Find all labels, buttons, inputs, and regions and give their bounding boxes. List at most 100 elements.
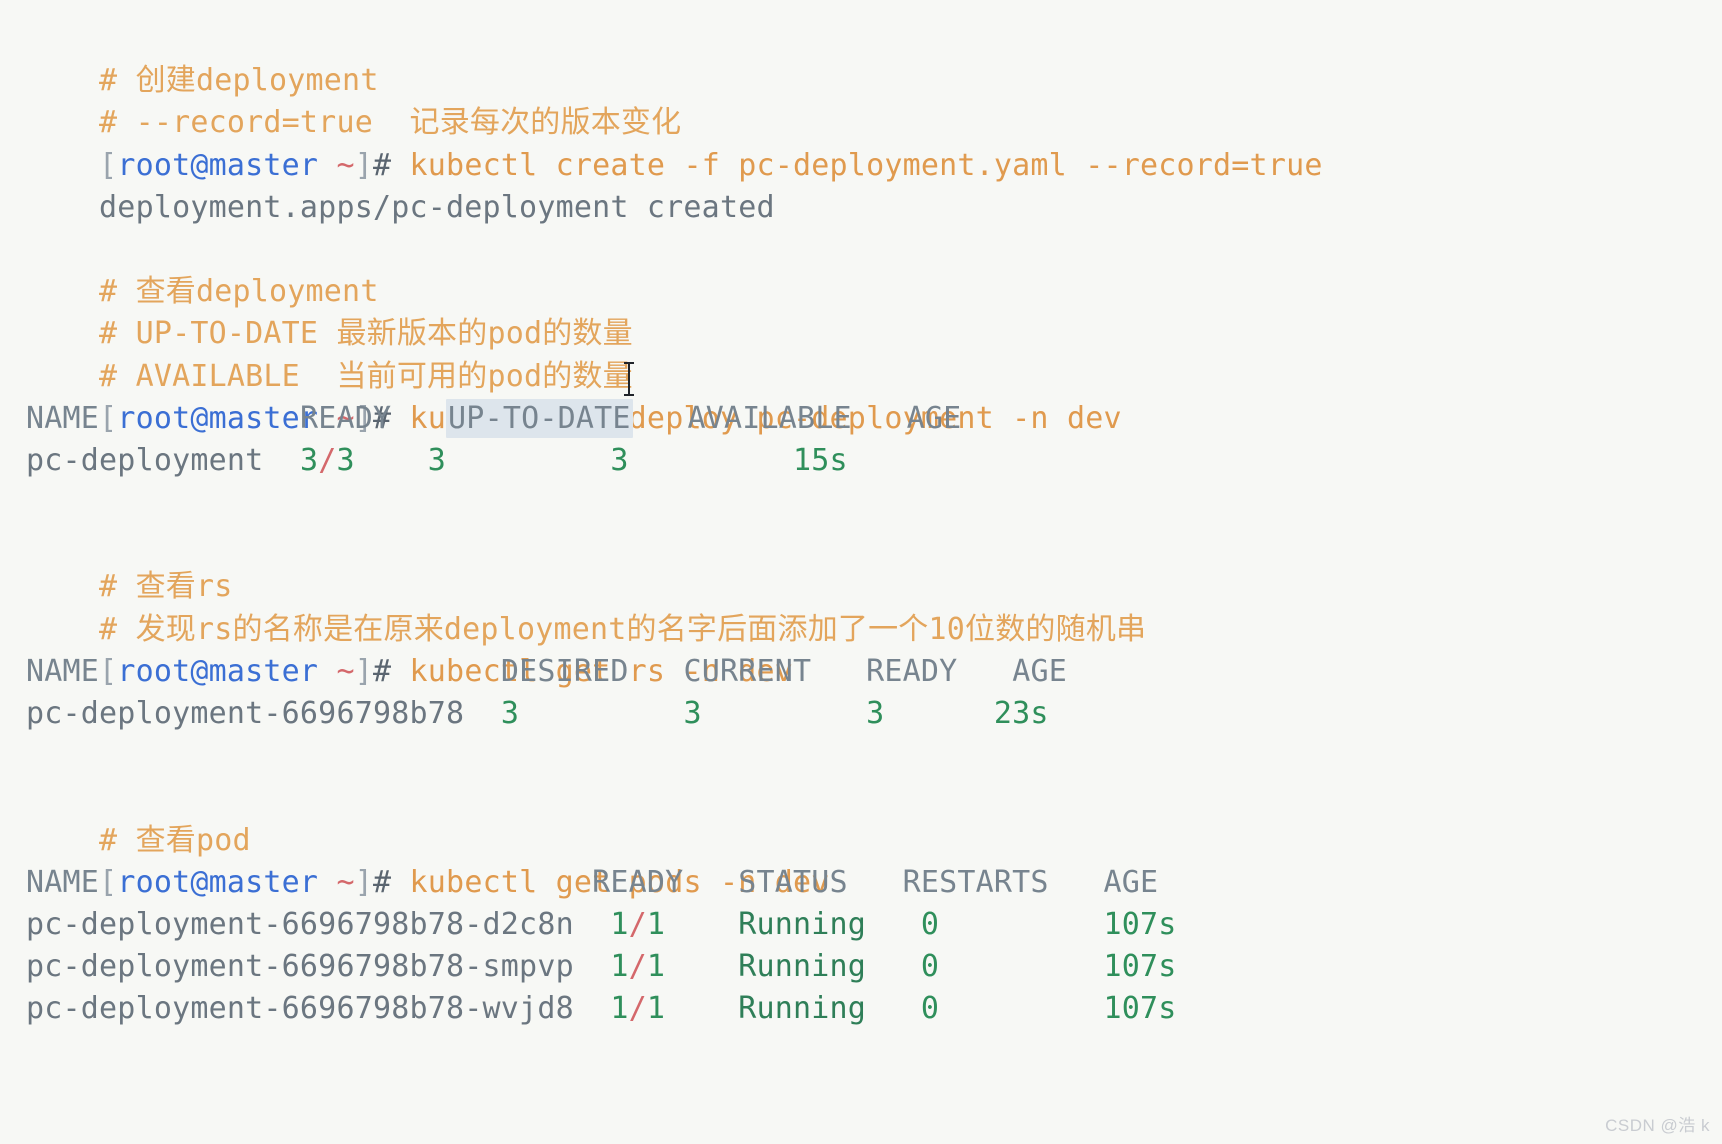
table-row: pc-deployment 3/3 3 3 15s — [26, 440, 1722, 482]
column-header-name: NAME — [26, 400, 100, 436]
comment-text: # 查看deployment — [99, 274, 379, 310]
cell-ready: 1/1 — [610, 906, 666, 942]
table-row: pc-deployment-6696798b78 3 3 3 23s — [26, 693, 1722, 735]
cell-name: pc-deployment — [26, 442, 264, 478]
watermark: CSDN @浩 k — [1605, 1116, 1710, 1135]
column-header-ready: READY — [299, 400, 392, 436]
cell-current: 3 — [683, 696, 702, 731]
cell-ready: 3/3 — [299, 442, 355, 478]
comment-text: # 查看pod — [99, 822, 251, 858]
cell-age: 15s — [793, 442, 848, 478]
table-row: pc-deployment-6696798b78-wvjd8 1/1 Runni… — [26, 988, 1722, 1030]
cell-age: 107s — [1103, 949, 1177, 985]
cell-age: 107s — [1103, 991, 1177, 1027]
comment-text: # AVAILABLE 当前可用的pod的数量 — [99, 358, 633, 394]
terminal-window[interactable]: # 创建deployment # --record=true 记录每次的版本变化… — [0, 0, 1722, 1144]
command-text: kubectl create -f pc-deployment.yaml --r… — [409, 147, 1323, 183]
cell-up-to-date: 3 — [427, 442, 447, 478]
table-row: pc-deployment-6696798b78-d2c8n 1/1 Runni… — [26, 904, 1722, 946]
comment-text: # --record=true 记录每次的版本变化 — [99, 105, 682, 141]
cell-name: pc-deployment-6696798b78-d2c8n — [26, 906, 574, 942]
comment-line: # 查看pod — [26, 777, 1722, 858]
text-cursor-icon — [624, 362, 634, 396]
cell-restarts: 0 — [920, 991, 940, 1027]
cell-name: pc-deployment-6696798b78-wvjd8 — [26, 991, 574, 1027]
prompt-open-bracket: [ — [99, 147, 118, 183]
prompt-close-bracket: ] — [354, 147, 373, 183]
column-header-current: CURRENT — [683, 653, 812, 689]
column-header-ready: READY — [592, 864, 684, 900]
table-header-row: NAME DESIRED CURRENT READY AGE — [26, 651, 1722, 693]
column-header-desired: DESIRED — [500, 653, 629, 689]
column-header-name: NAME — [26, 864, 100, 900]
cell-restarts: 0 — [920, 906, 940, 942]
prompt-user-host: root@master — [117, 147, 319, 183]
prompt-tilde: ~ — [318, 147, 355, 183]
cell-age: 23s — [993, 696, 1049, 731]
column-header-available: AVAILABLE — [687, 400, 852, 436]
column-header-name: NAME — [26, 653, 100, 689]
table-header-row: NAME READY STATUS RESTARTS AGE — [26, 862, 1722, 904]
column-header-age: AGE — [1012, 653, 1067, 689]
column-header-ready: READY — [866, 653, 958, 689]
cell-ready: 1/1 — [610, 991, 666, 1027]
comment-text: # 发现rs的名称是在原来deployment的名字后面添加了一个10位数的随机… — [99, 611, 1147, 647]
cell-ready: 1/1 — [610, 949, 666, 985]
cell-status: Running — [738, 949, 867, 985]
comment-line: # 查看rs — [26, 524, 1722, 604]
cell-name: pc-deployment-6696798b78 — [26, 696, 465, 731]
column-header-up-to-date: UP-TO-DATE — [446, 398, 633, 438]
comment-line: # 查看deployment — [26, 229, 1722, 309]
comment-line: # 创建deployment — [26, 18, 1722, 98]
table-header-row: NAME READY UP-TO-DATE AVAILABLE AGE — [26, 398, 1722, 440]
output-text: deployment.apps/pc-deployment created — [99, 189, 775, 225]
cell-status: Running — [738, 906, 867, 942]
prompt-hash: # — [373, 147, 410, 183]
cell-desired: 3 — [500, 696, 520, 731]
comment-text: # 创建deployment — [99, 63, 379, 99]
comment-line: # 发现rs的名称是在原来deployment的名字后面添加了一个10位数的随机… — [26, 566, 1722, 647]
column-header-age: AGE — [1103, 864, 1159, 900]
cell-name: pc-deployment-6696798b78-smpvp — [26, 949, 574, 985]
comment-text: # UP-TO-DATE 最新版本的pod的数量 — [99, 316, 633, 352]
column-header-status: STATUS — [738, 864, 848, 900]
cell-available: 3 — [610, 442, 629, 478]
comment-text: # 查看rs — [99, 569, 233, 605]
command-line[interactable]: [root@master ~]# kubectl get pods -n dev — [26, 820, 1722, 900]
cell-ready: 3 — [866, 696, 885, 731]
cell-age: 107s — [1103, 906, 1177, 942]
